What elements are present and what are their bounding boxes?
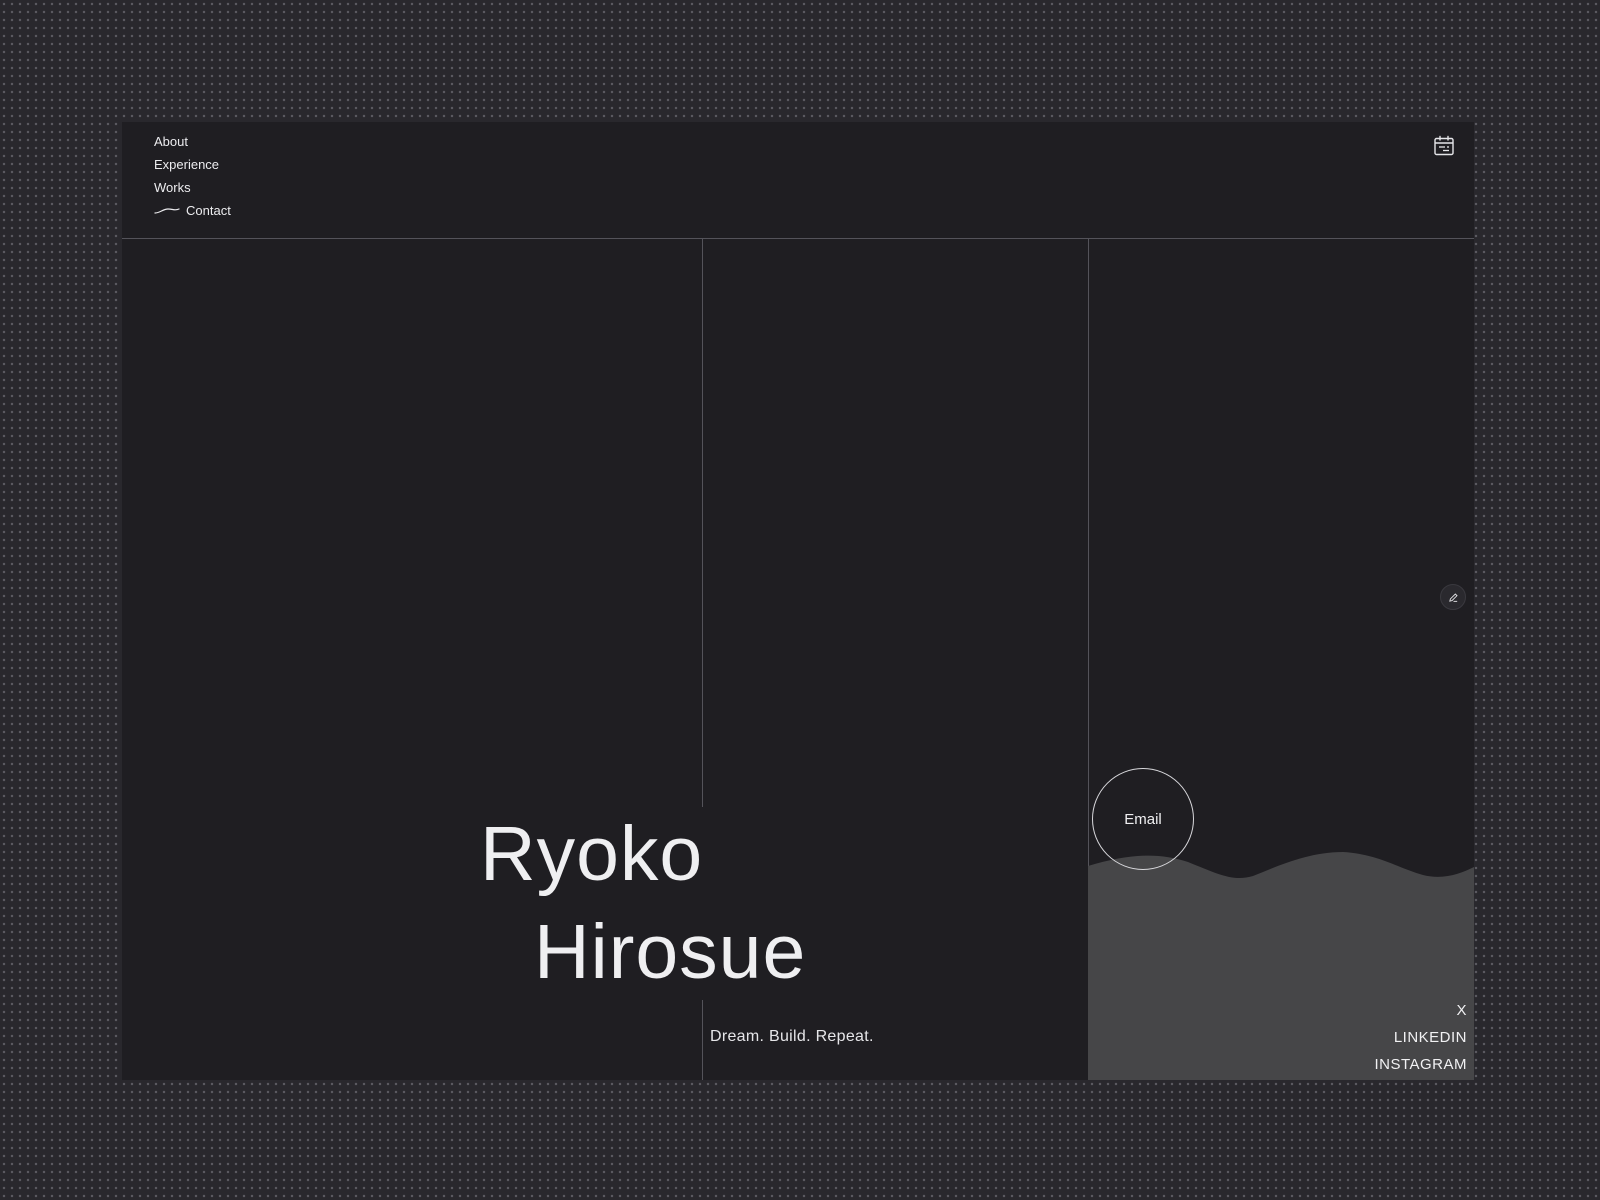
social-links: X LINKEDIN INSTAGRAM: [1374, 997, 1467, 1078]
active-indicator-squiggle: [154, 208, 180, 214]
nav-item-contact[interactable]: Contact: [154, 199, 231, 222]
edit-button[interactable]: [1440, 584, 1466, 610]
calendar-icon[interactable]: [1432, 134, 1456, 158]
hero-tagline: Dream. Build. Repeat.: [710, 1028, 874, 1045]
social-link-linkedin[interactable]: LINKEDIN: [1374, 1024, 1467, 1051]
page-frame: About Experience Works Contact Ryoko Hir…: [122, 122, 1474, 1080]
hero-last-name: Hirosue: [534, 909, 807, 995]
social-link-x[interactable]: X: [1374, 997, 1467, 1024]
main-nav: About Experience Works Contact: [154, 130, 231, 222]
social-link-instagram[interactable]: INSTAGRAM: [1374, 1051, 1467, 1078]
email-button[interactable]: Email: [1092, 768, 1194, 870]
nav-item-experience[interactable]: Experience: [154, 153, 231, 176]
header-divider: [122, 238, 1474, 239]
hero-first-name: Ryoko: [480, 811, 704, 897]
nav-item-works[interactable]: Works: [154, 176, 231, 199]
pencil-icon: [1448, 592, 1458, 602]
column-divider-left-upper: [702, 239, 703, 807]
nav-item-about[interactable]: About: [154, 130, 231, 153]
column-divider-left-lower: [702, 1000, 703, 1080]
nav-item-contact-label: Contact: [186, 203, 231, 218]
